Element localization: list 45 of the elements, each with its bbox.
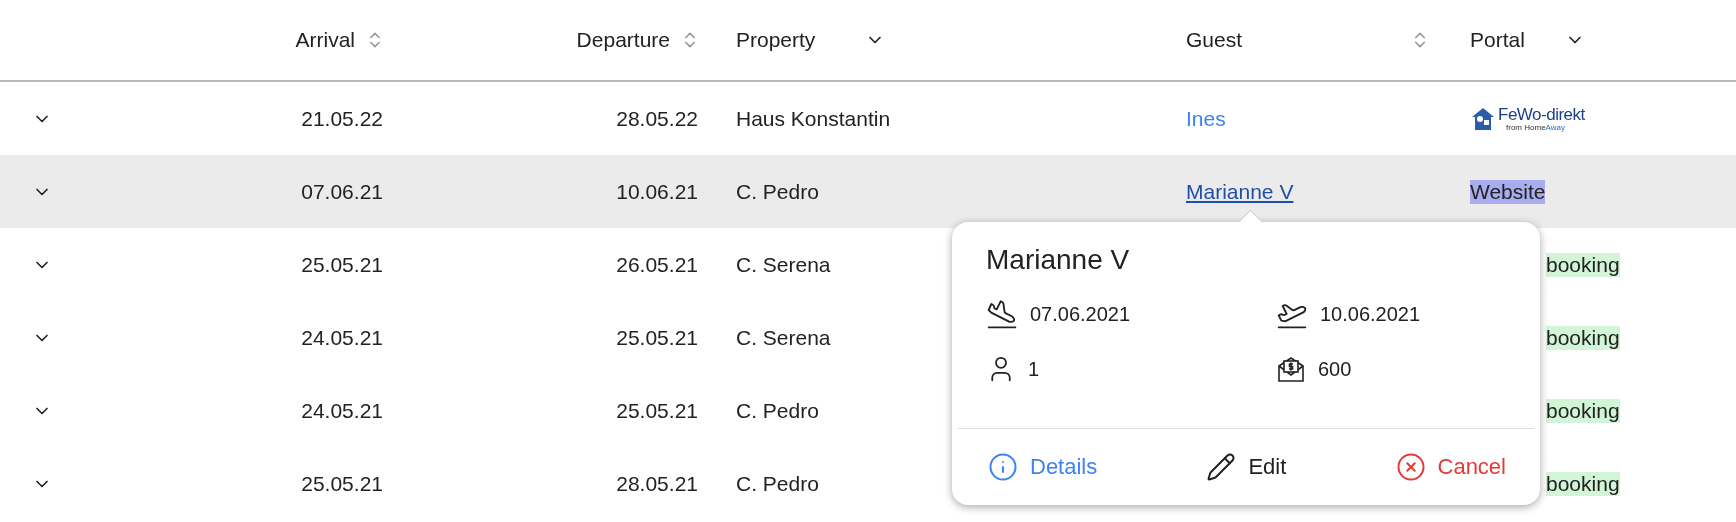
logo-name: FeWo-direkt [1498,105,1585,123]
column-header: Portal [1470,28,1525,52]
table-cell: 10.06.21 [616,179,698,204]
table-cell: 28.05.22 [616,106,698,131]
portal-name: booking [1546,252,1620,277]
house-logo-icon [1470,105,1496,132]
arrival-date: 07.06.2021 [1030,302,1131,326]
close-icon [1395,452,1426,482]
edit-button[interactable]: Edit [1206,452,1287,482]
portal-name: booking [1546,325,1620,350]
departure-date: 10.06.2021 [1320,302,1421,326]
portal-name: booking [1546,398,1620,423]
table-cell: 28.05.21 [616,471,698,496]
info-icon [988,452,1018,482]
table-cell: 25.05.21 [301,471,383,496]
table-cell: 07.06.21 [301,179,383,204]
table-cell: Haus Konstantin [736,106,891,131]
logo-subtitle: from HomeAway [1506,122,1566,132]
column-header: Departure [576,28,670,52]
table-cell: C. Pedro [736,398,819,423]
column-header: Guest [1186,28,1243,52]
table-cell: 26.05.21 [616,252,698,277]
table-cell: 25.05.21 [616,398,698,423]
table-cell: 25.05.21 [616,325,698,350]
plane-landing-icon [986,298,1018,330]
portal-name: booking [1546,471,1620,496]
money-envelope-icon [1276,354,1306,384]
pencil-icon [1206,452,1237,482]
table-cell: 25.05.21 [301,252,383,277]
table-cell: 24.05.21 [301,325,383,350]
portal-name: Website [1470,179,1546,204]
details-button[interactable]: Details [988,452,1098,482]
table-cell: C. Serena [736,252,831,277]
guest-link[interactable]: Marianne V [1186,179,1294,204]
table-cell: C. Pedro [736,471,819,496]
table-row[interactable]: 07.06.21 10.06.21 C. Pedro Marianne V Website [0,155,1736,228]
column-header: Arrival [295,28,355,52]
column-header: Property [736,28,816,52]
table-cell: C. Serena [736,325,831,350]
table-cell: C. Pedro [736,179,819,204]
guest-link[interactable]: Ines [1186,106,1226,131]
cancel-button[interactable]: Cancel [1395,452,1506,482]
table-cell: 21.05.22 [301,106,383,131]
popover-title: Marianne V [986,244,1130,276]
table-cell: 24.05.21 [301,398,383,423]
